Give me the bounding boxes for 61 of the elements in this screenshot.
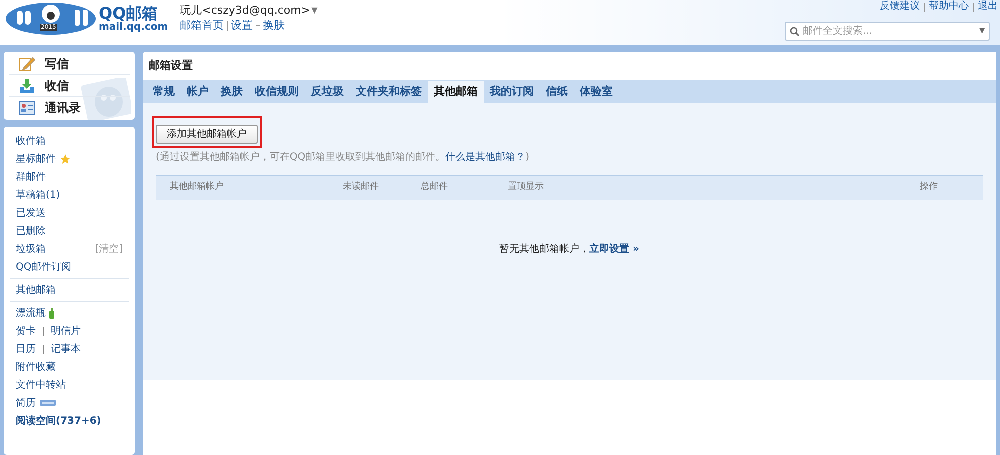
settings-tab[interactable]: 体验室 <box>574 81 619 103</box>
app-link[interactable]: 日历 <box>16 342 36 356</box>
settings-tab[interactable]: 其他邮箱 <box>428 81 484 103</box>
empty-message: 暂无其他邮箱帐户， <box>500 244 590 257</box>
app-link[interactable]: 文件中转站 <box>16 378 66 392</box>
folder-link[interactable]: 收件箱 <box>16 134 46 148</box>
folder-link[interactable]: 群邮件 <box>16 170 46 184</box>
folder-link[interactable]: 其他邮箱 <box>16 282 56 298</box>
folder-link[interactable]: 已删除 <box>16 224 46 238</box>
column-header: 其他邮箱帐户 <box>169 181 225 194</box>
header-link[interactable]: 帮助中心 <box>929 1 969 13</box>
app-link[interactable]: 阅读空间(737+6) <box>16 414 102 428</box>
beta-tag-icon <box>40 400 56 406</box>
settings-tab[interactable]: 文件夹和标签 <box>350 81 428 103</box>
help-link[interactable]: 什么是其他邮箱？ <box>446 150 526 165</box>
header-link[interactable]: 退出 <box>978 1 998 13</box>
action-link[interactable]: 写信 <box>45 54 69 72</box>
user-account: 玩儿<cszy3d@qq.com> <box>180 3 311 18</box>
header-link[interactable]: 邮箱首页 <box>180 18 224 33</box>
action-link[interactable]: 通讯录 <box>45 99 81 117</box>
star-icon <box>60 154 71 164</box>
settings-tab[interactable]: 帐户 <box>181 81 215 103</box>
column-header: 总邮件 <box>421 181 449 194</box>
header-link[interactable]: 换肤 <box>263 18 286 33</box>
app-link[interactable]: 贺卡 <box>16 324 36 338</box>
header-link[interactable]: 反馈建议 <box>880 1 920 13</box>
folder-link[interactable]: 草稿箱(1) <box>16 188 60 202</box>
search-icon <box>790 26 800 36</box>
bottle-icon <box>49 308 55 318</box>
app-link[interactable]: 记事本 <box>51 342 81 356</box>
app-link[interactable]: 明信片 <box>51 324 81 338</box>
caret-icon[interactable]: ▼ <box>312 3 318 18</box>
folder-link[interactable]: QQ邮件订阅 <box>16 260 72 274</box>
folder-link[interactable]: 已发送 <box>16 206 46 220</box>
action-link[interactable]: 收信 <box>45 76 69 94</box>
hint-text: (通过设置其他邮箱帐户，可在QQ邮箱里收取到其他邮箱的邮件。 <box>156 150 446 165</box>
settings-tab[interactable]: 换肤 <box>215 81 249 103</box>
settings-tab[interactable]: 收信规则 <box>249 81 305 103</box>
hint-text: ) <box>526 151 530 165</box>
app-link[interactable]: 简历 <box>16 396 36 410</box>
column-header: 置顶显示 <box>508 181 545 194</box>
download-tray-icon <box>19 78 35 94</box>
app-link[interactable]: 附件收藏 <box>16 360 56 374</box>
panel-title: 邮箱设置 <box>148 58 194 74</box>
settings-tab[interactable]: 信纸 <box>540 81 574 103</box>
logo-title: QQ邮箱 <box>99 6 158 22</box>
folder-link[interactable]: 星标邮件 <box>16 152 56 166</box>
column-header: 未读邮件 <box>343 181 380 194</box>
add-account-button[interactable]: 添加其他邮箱帐户 <box>156 125 258 144</box>
settings-tab[interactable]: 常规 <box>147 81 181 103</box>
header-link[interactable]: 设置 <box>231 18 254 33</box>
column-header: 操作 <box>920 181 938 194</box>
setup-link[interactable]: 立即设置 » <box>590 242 640 257</box>
settings-tab[interactable]: 我的订阅 <box>484 81 540 103</box>
contact-card-icon <box>19 101 35 115</box>
app-link[interactable]: 漂流瓶 <box>16 306 46 320</box>
pencil-note-icon <box>19 56 35 72</box>
logo-domain: mail.qq.com <box>99 22 168 32</box>
mascot-logo-icon <box>5 2 97 36</box>
folder-link[interactable]: 垃圾箱 <box>16 242 46 256</box>
settings-tab[interactable]: 反垃圾 <box>305 81 350 103</box>
